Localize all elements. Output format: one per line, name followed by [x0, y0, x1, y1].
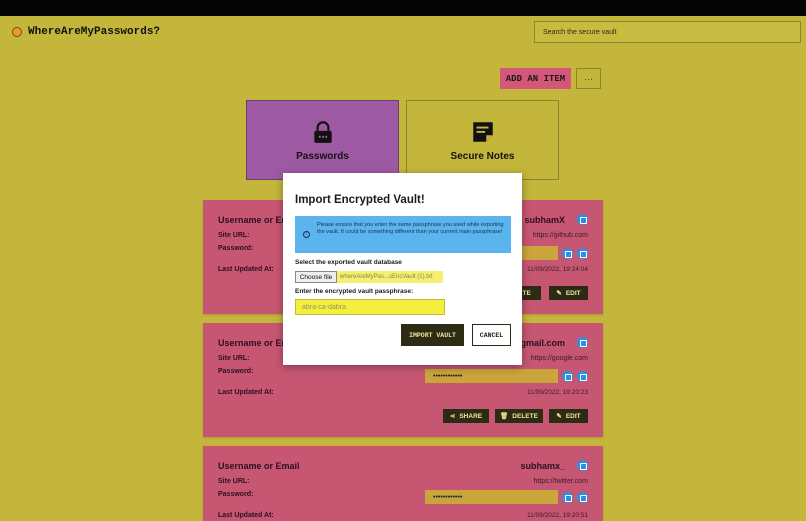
- info-text: Please ensure that you enter the same pa…: [317, 222, 504, 236]
- dialog-title: Import Encrypted Vault!: [295, 194, 425, 206]
- passphrase-label: Enter the encrypted vault passphrase:: [295, 288, 414, 295]
- cancel-button[interactable]: CANCEL: [472, 324, 511, 346]
- top-bar: [0, 0, 806, 16]
- info-icon: i: [303, 231, 310, 238]
- selected-file-name: whereAreMyPas...sEncVault (1).txt: [337, 271, 443, 283]
- import-vault-button[interactable]: IMPORT VAULT: [401, 324, 464, 346]
- import-vault-dialog: Import Encrypted Vault! i Please ensure …: [283, 173, 522, 365]
- passphrase-input[interactable]: abra-ca-dabra: [295, 299, 445, 315]
- info-alert: i Please ensure that you enter the same …: [295, 216, 511, 253]
- file-label: Select the exported vault database: [295, 259, 402, 266]
- choose-file-button[interactable]: Choose file: [295, 271, 337, 283]
